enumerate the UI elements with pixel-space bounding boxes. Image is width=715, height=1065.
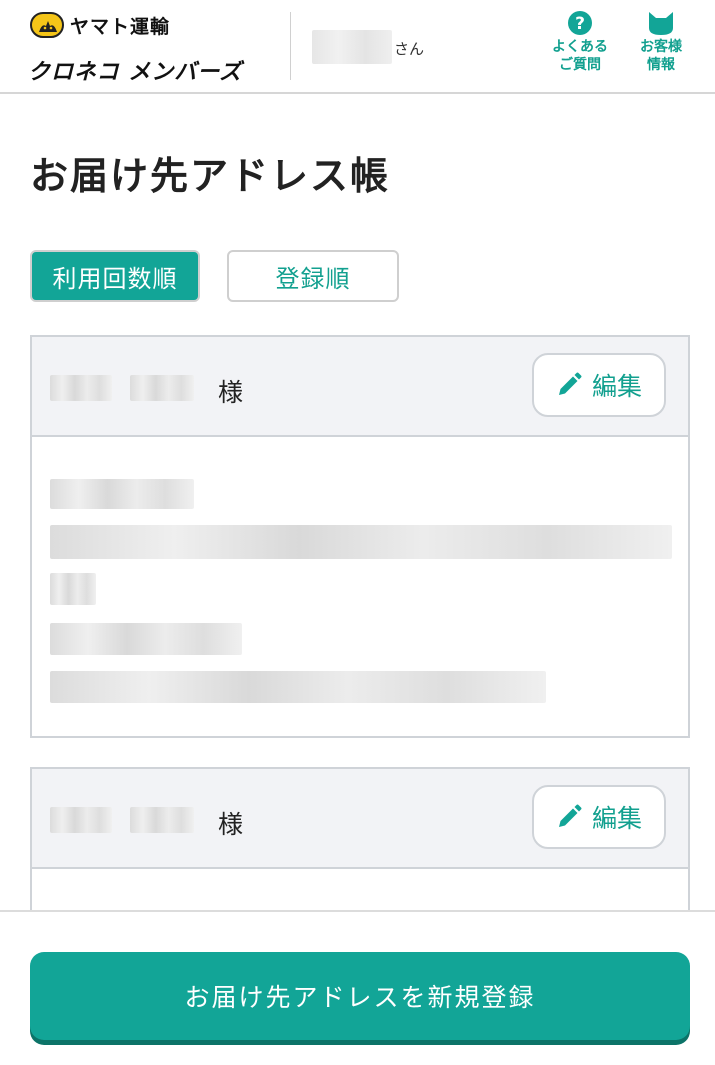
svg-text:?: ? [575,14,585,34]
phone-number-redacted [50,623,242,655]
recipient-honorific: 様 [218,378,244,407]
yamato-brand[interactable]: ヤマト運輸 [30,10,170,40]
page-title: お届け先アドレス帳 [30,154,391,198]
address-line-2-redacted [50,573,96,605]
brand-name: ヤマト運輸 [70,15,171,38]
recipient-given-name-redacted [130,375,194,401]
nav-account-label: お客様 情報 [640,39,682,73]
address-card-header: 様 編集 [32,337,688,437]
email-redacted [50,671,546,703]
register-new-address-button[interactable]: お届け先アドレスを新規登録 [30,952,690,1040]
address-card-header: 様 編集 [32,769,688,869]
nav-account[interactable]: お客様 情報 [628,10,694,74]
question-circle-icon: ? [568,11,592,35]
site-header: ヤマト運輸 クロネコ メンバーズ さん ? よくある ご質問 お客様 情報 [0,0,715,94]
user-name-suffix: さん [394,40,425,58]
recipient-honorific: 様 [218,810,244,839]
user-name-redacted [312,30,392,64]
pencil-icon [558,804,582,827]
postal-code-redacted [50,479,194,509]
edit-button-label: 編集 [591,372,642,401]
kuroneko-members-logo[interactable]: クロネコ メンバーズ [28,54,242,86]
cat-head-icon [649,12,673,35]
black-cat-logo-icon [30,12,64,38]
bottom-action-bar: お届け先アドレスを新規登録 [0,910,715,1065]
address-book-page: ヤマト運輸 クロネコ メンバーズ さん ? よくある ご質問 お客様 情報 お届… [0,0,715,1065]
edit-button[interactable]: 編集 [532,353,666,417]
pencil-icon [558,372,582,395]
address-line-redacted [50,525,672,559]
nav-faq[interactable]: ? よくある ご質問 [540,10,620,74]
nav-faq-label: よくある ご質問 [552,39,608,73]
sort-by-registration-button[interactable]: 登録順 [227,250,399,302]
sort-by-usage-button[interactable]: 利用回数順 [30,250,200,302]
edit-button-label: 編集 [591,804,642,833]
header-divider [290,12,291,80]
recipient-family-name-redacted [50,807,112,833]
recipient-family-name-redacted [50,375,112,401]
edit-button[interactable]: 編集 [532,785,666,849]
recipient-given-name-redacted [130,807,194,833]
address-card: 様 編集 [30,335,690,738]
